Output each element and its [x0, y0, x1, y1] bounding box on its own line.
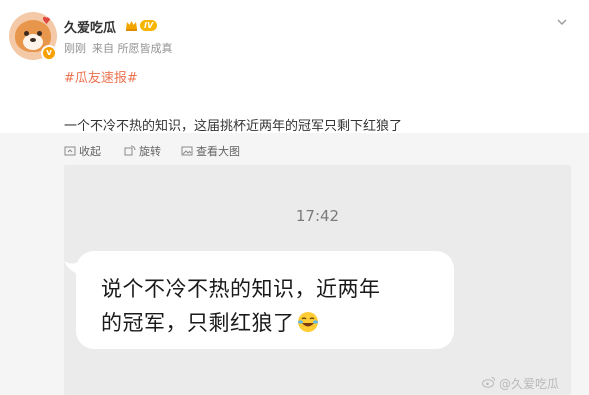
verified-badge-icon: v: [41, 45, 57, 61]
laughing-crying-emoji-icon: [297, 311, 319, 333]
crown-icon: [125, 19, 138, 32]
chevron-down-icon[interactable]: [555, 14, 569, 28]
author-name[interactable]: 久爱吃瓜: [64, 17, 116, 36]
weibo-logo-icon: [482, 376, 496, 391]
weibo-watermark: @久爱吃瓜: [482, 375, 559, 392]
post-time[interactable]: 刚刚: [64, 40, 86, 56]
chat-bubble: 说个不冷不热的知识，近两年 的冠军，只剩红狼了: [76, 251, 454, 349]
message-timestamp: 17:42: [295, 207, 340, 225]
post-source: 来自 所愿皆成真: [92, 42, 173, 55]
post-meta: 刚刚 来自 所愿皆成真: [64, 40, 173, 56]
post-image[interactable]: 17:42 说个不冷不热的知识，近两年 的冠军，只剩红狼了 @久爱吃瓜: [64, 165, 571, 395]
bubble-text-line2: 的冠军，只剩红狼了: [101, 307, 319, 337]
bubble-text-line1: 说个不冷不热的知识，近两年: [101, 277, 381, 301]
zoom-image-icon: [181, 145, 193, 157]
level-tag: IV: [140, 19, 158, 31]
rotate-icon: [124, 145, 136, 157]
rotate-button[interactable]: 旋转: [124, 143, 161, 159]
collapse-button[interactable]: 收起: [64, 143, 101, 159]
bubble-text-line2-text: 的冠军，只剩红狼了: [101, 311, 295, 335]
post-text: 一个不冷不热的知识，这届挑杯近两年的冠军只剩下红狼了: [64, 119, 403, 134]
hashtag-link[interactable]: #瓜友速报#: [64, 67, 138, 86]
view-large-button[interactable]: 查看大图: [181, 143, 240, 159]
weibo-post: ♥ v 久爱吃瓜 IV 刚刚 来自 所愿皆成真 #瓜友速报# 一个不冷不热的知识…: [0, 0, 589, 395]
member-level-badge[interactable]: IV: [125, 18, 158, 32]
collapse-icon: [64, 145, 76, 157]
